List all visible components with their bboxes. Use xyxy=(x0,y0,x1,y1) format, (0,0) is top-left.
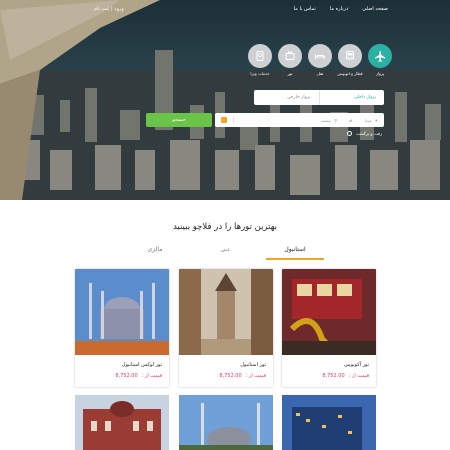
tour-image-blue-mosque xyxy=(75,269,169,355)
date-field[interactable] xyxy=(215,117,234,123)
service-visa[interactable]: خدمات ویزا xyxy=(248,44,272,76)
tab-domestic[interactable]: پرواز داخلی xyxy=(318,90,385,105)
pin-icon: ⚲ xyxy=(334,117,338,123)
search-form: ✈ مبدا ⇄ ⚲ مقصد جستجو xyxy=(146,113,384,127)
calendar-icon xyxy=(221,117,227,123)
tour-card-partial[interactable] xyxy=(75,395,169,450)
tour-name: تور آکونومی xyxy=(343,362,369,368)
tour-image-hotel xyxy=(282,395,376,450)
service-label: خدمات ویزا xyxy=(250,71,270,76)
flight-type-tabs: پرواز داخلی پرواز خارجی xyxy=(254,90,384,105)
tour-price: قیمت از : 8,752.00 xyxy=(115,373,162,379)
price-label: قیمت از : xyxy=(141,373,162,379)
swap-icon[interactable]: ⇄ xyxy=(343,118,359,123)
suitcase-icon xyxy=(278,44,302,68)
nav-about[interactable]: درباره ما xyxy=(330,6,348,12)
tour-card-partial[interactable] xyxy=(282,395,376,450)
price-value: 8,752.00 xyxy=(219,373,242,379)
roundtrip-option[interactable]: رفت و برگشت xyxy=(346,131,382,136)
destination-placeholder: مقصد xyxy=(320,117,332,123)
tour-name: تور استانبول xyxy=(240,362,266,368)
service-tour[interactable]: تور xyxy=(278,44,302,76)
tour-card[interactable]: تور آکونومی قیمت از : 8,752.00 xyxy=(282,269,376,387)
tab-malaysia[interactable]: مالزی xyxy=(126,246,184,260)
service-flight[interactable]: پرواز xyxy=(368,44,392,76)
service-label: هتل xyxy=(316,71,324,76)
service-label: پرواز xyxy=(375,71,385,76)
price-value: 8,752.00 xyxy=(115,373,138,379)
tour-price: قیمت از : 8,752.00 xyxy=(219,373,266,379)
origin-placeholder: مبدا xyxy=(364,117,372,123)
roundtrip-label: رفت و برگشت xyxy=(355,131,382,136)
roundtrip-radio[interactable] xyxy=(346,131,352,136)
plane-small-icon: ✈ xyxy=(374,117,378,123)
tour-image-hagia-sophia xyxy=(179,395,273,450)
search-fields: ✈ مبدا ⇄ ⚲ مقصد xyxy=(215,113,384,127)
price-label: قیمت از : xyxy=(245,373,266,379)
services-bar: پرواز قطار و اتوبوس هتل تور خدمات ویزا xyxy=(248,44,392,76)
bus-icon xyxy=(338,44,362,68)
tab-foreign[interactable]: پرواز خارجی xyxy=(254,90,319,105)
hero-banner: صفحه اصلی درباره ما تماس با ما ورود | ثب… xyxy=(0,0,450,200)
airplane-icon xyxy=(368,44,392,68)
top-nav: صفحه اصلی درباره ما تماس با ما xyxy=(294,6,388,12)
login-link[interactable]: ورود | ثبت نام xyxy=(94,6,124,12)
tour-image-red-building xyxy=(75,395,169,450)
tour-card[interactable]: تور استانبول قیمت از : 8,752.00 xyxy=(179,269,273,387)
tab-dubai[interactable]: دبی xyxy=(196,246,254,260)
tour-image-galata xyxy=(179,269,273,355)
tour-price: قیمت از : 8,752.00 xyxy=(322,373,369,379)
destination-field[interactable]: ⚲ مقصد xyxy=(315,118,343,123)
passport-icon xyxy=(248,44,272,68)
tour-image-tram xyxy=(282,269,376,355)
tour-name: تور لوکس استانبول xyxy=(121,362,162,368)
bed-icon xyxy=(308,44,332,68)
service-label: قطار و اتوبوس xyxy=(337,71,363,76)
price-label: قیمت از : xyxy=(348,373,369,379)
nav-contact[interactable]: تماس با ما xyxy=(294,6,316,12)
tour-card[interactable]: تور لوکس استانبول قیمت از : 8,752.00 xyxy=(75,269,169,387)
tour-card-partial[interactable] xyxy=(179,395,273,450)
nav-home[interactable]: صفحه اصلی xyxy=(362,6,388,12)
section-title: بهترین تورها را در فلاچو ببینید xyxy=(172,222,278,232)
price-value: 8,752.00 xyxy=(322,373,345,379)
tab-istanbul[interactable]: استانبول xyxy=(266,246,324,260)
service-bus[interactable]: قطار و اتوبوس xyxy=(337,44,363,76)
service-label: تور xyxy=(287,71,293,76)
city-tabs: استانبول دبی مالزی xyxy=(0,246,450,260)
origin-field[interactable]: ✈ مبدا xyxy=(359,118,384,123)
search-button[interactable]: جستجو xyxy=(146,113,212,127)
service-hotel[interactable]: هتل xyxy=(308,44,332,76)
